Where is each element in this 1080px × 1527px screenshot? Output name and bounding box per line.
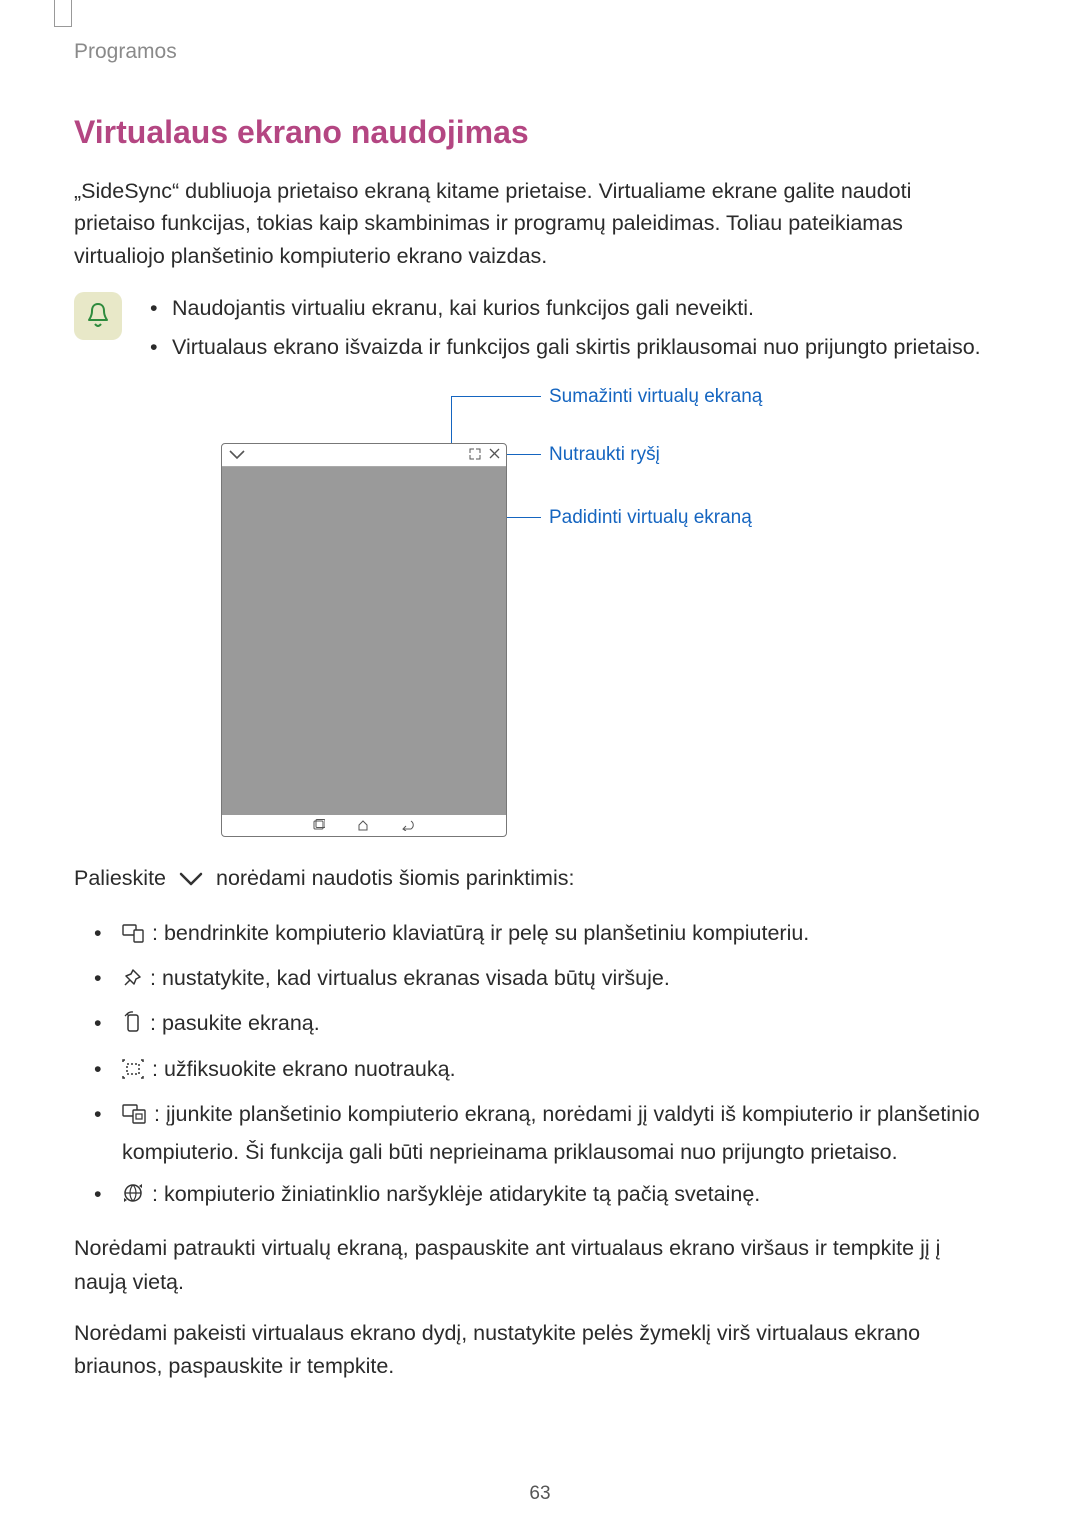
- callout-minimize: Sumažinti virtualų ekraną: [549, 386, 762, 408]
- intro-paragraph: „SideSync“ dubliuoja prietaiso ekraną ki…: [74, 175, 988, 272]
- option-text: : kompiuterio žiniatinklio naršyklėje at…: [152, 1182, 760, 1206]
- callout-maximize: Padidinti virtualų ekraną: [549, 507, 752, 529]
- tablet-topbar: [222, 444, 506, 467]
- back-icon: [401, 819, 415, 834]
- options-list: : bendrinkite kompiuterio klaviatūrą ir …: [94, 916, 988, 1215]
- tablet-navbar: [222, 815, 506, 837]
- option-open-web: : kompiuterio žiniatinklio naršyklėje at…: [94, 1177, 988, 1214]
- option-text: : nustatykite, kad virtualus ekranas vis…: [150, 966, 670, 990]
- virtual-tablet-frame: [221, 443, 507, 837]
- callout-close: Nutraukti ryšį: [549, 444, 660, 466]
- screenshot-icon: [122, 1055, 144, 1089]
- tap-suffix: norėdami naudotis šiomis parinktimis:: [216, 866, 574, 890]
- virtual-screen-diagram: Sumažinti virtualų ekraną Nutraukti ryšį…: [54, 396, 1008, 836]
- breadcrumb: Programos: [74, 40, 988, 64]
- chevron-down-icon: [228, 449, 246, 462]
- resize-paragraph: Norėdami pakeisti virtualaus ekrano dydį…: [74, 1317, 988, 1384]
- tablet-screen-body: [222, 467, 506, 815]
- option-share-keyboard: : bendrinkite kompiuterio klaviatūrą ir …: [94, 916, 988, 953]
- share-device-icon: [122, 919, 144, 953]
- tap-instruction: Palieskite norėdami naudotis šiomis pari…: [74, 862, 988, 897]
- info-icon-box: [74, 292, 122, 340]
- tab-mark: [54, 0, 72, 27]
- option-text: : užfiksuokite ekrano nuotrauką.: [152, 1057, 456, 1081]
- recent-apps-icon: [313, 819, 325, 834]
- home-icon: [357, 819, 369, 834]
- info-note: Virtualaus ekrano išvaizda ir funkcijos …: [150, 331, 981, 364]
- info-box: Naudojantis virtualiu ekranu, kai kurios…: [74, 292, 988, 371]
- option-enable-tablet-screen: : įjunkite planšetinio kompiuterio ekran…: [94, 1097, 988, 1169]
- globe-sync-icon: [122, 1180, 144, 1214]
- option-text: : bendrinkite kompiuterio klaviatūrą ir …: [152, 921, 809, 945]
- chevron-down-icon: [178, 864, 204, 897]
- close-x-icon: [489, 448, 500, 462]
- option-screenshot: : užfiksuokite ekrano nuotrauką.: [94, 1052, 988, 1089]
- tap-prefix: Palieskite: [74, 866, 166, 890]
- option-rotate: : pasukite ekraną.: [94, 1006, 988, 1043]
- page-number: 63: [0, 1483, 1080, 1505]
- bell-icon: [86, 302, 110, 330]
- rotate-icon: [122, 1009, 142, 1043]
- expand-arrows-icon: [469, 448, 481, 462]
- info-note: Naudojantis virtualiu ekranu, kai kurios…: [150, 292, 981, 325]
- section-title: Virtualaus ekrano naudojimas: [74, 114, 988, 151]
- drag-paragraph: Norėdami patraukti virtualų ekraną, pasp…: [74, 1232, 988, 1299]
- pin-icon: [122, 964, 142, 998]
- option-text: : įjunkite planšetinio kompiuterio ekran…: [122, 1102, 980, 1163]
- tablet-screen-icon: [122, 1100, 146, 1134]
- option-always-on-top: : nustatykite, kad virtualus ekranas vis…: [94, 961, 988, 998]
- option-text: : pasukite ekraną.: [150, 1011, 320, 1035]
- info-notes-list: Naudojantis virtualiu ekranu, kai kurios…: [150, 292, 981, 371]
